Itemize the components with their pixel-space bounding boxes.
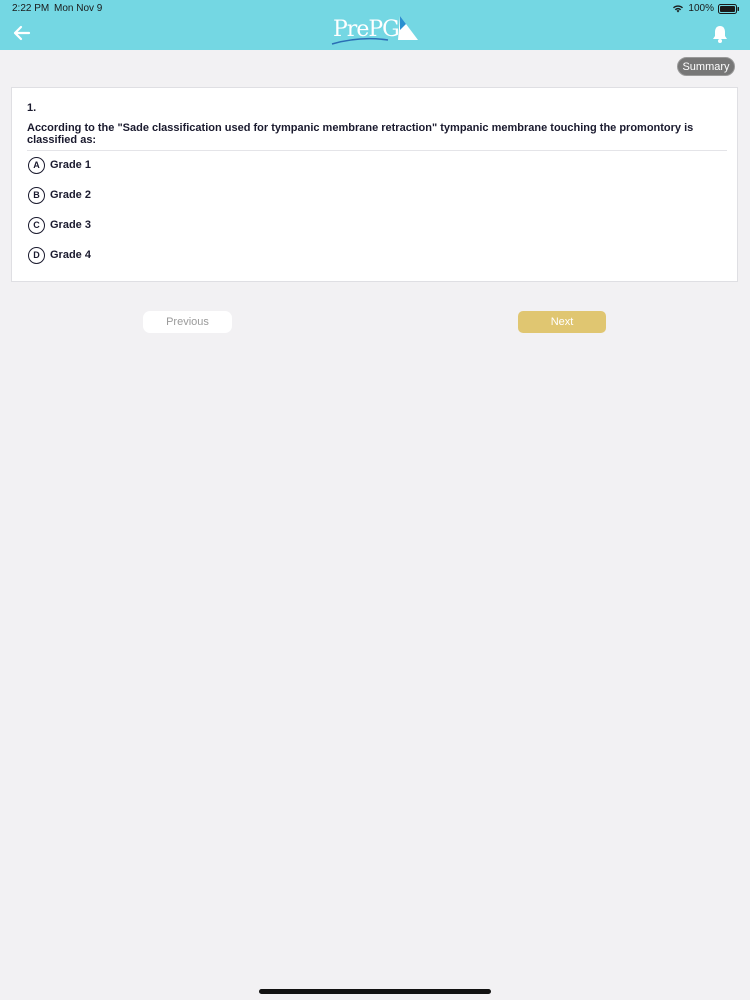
next-button[interactable]: Next: [518, 311, 606, 333]
battery-icon: [718, 3, 739, 14]
option-a[interactable]: A Grade 1: [28, 155, 91, 175]
option-label: Grade 3: [50, 219, 91, 231]
option-label: Grade 2: [50, 189, 91, 201]
back-arrow-icon: [13, 25, 31, 41]
status-date: Mon Nov 9: [54, 3, 103, 14]
app-logo: PrePG: [330, 14, 422, 46]
option-letter: B: [28, 186, 45, 204]
question-text: According to the "Sade classification us…: [27, 122, 694, 146]
app-header: 2:22 PM Mon Nov 9 100% PrePG: [0, 0, 750, 50]
summary-button[interactable]: Summary: [677, 57, 735, 76]
option-letter: C: [28, 216, 45, 234]
back-button[interactable]: [10, 22, 34, 44]
option-c[interactable]: C Grade 3: [28, 215, 91, 235]
previous-button[interactable]: Previous: [143, 311, 232, 333]
status-indicators: 100%: [672, 3, 740, 14]
option-d[interactable]: D Grade 4: [28, 245, 91, 265]
option-letter: D: [28, 246, 45, 264]
question-card: 1. According to the "Sade classification…: [11, 87, 738, 282]
wifi-icon: [673, 5, 684, 13]
option-label: Grade 1: [50, 159, 91, 171]
status-time: 2:22 PM: [12, 3, 50, 14]
option-b[interactable]: B Grade 2: [28, 185, 91, 205]
logo-swoosh-icon: [331, 16, 418, 45]
bell-icon: [713, 26, 727, 43]
option-letter: A: [28, 156, 45, 174]
question-number: 1.: [27, 102, 37, 114]
battery-percent: 100%: [688, 3, 714, 14]
option-label: Grade 4: [50, 249, 91, 261]
question-divider: [27, 150, 727, 151]
home-indicator[interactable]: [259, 989, 491, 994]
notifications-button[interactable]: [710, 24, 730, 44]
